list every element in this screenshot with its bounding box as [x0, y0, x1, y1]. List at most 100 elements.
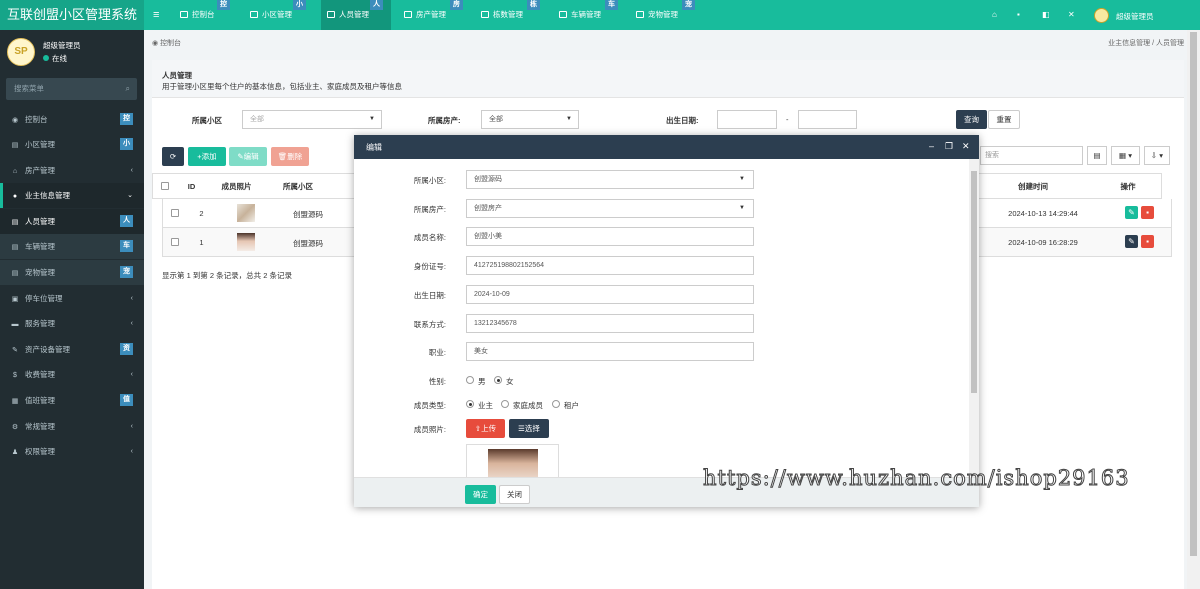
sidebar-search-input[interactable]: 搜索菜单 ⌕ [6, 78, 137, 100]
chevron-left-icon: ‹ [130, 371, 133, 378]
sidebar-item-billing[interactable]: $ 收费管理 ‹ [0, 362, 144, 387]
language-icon[interactable]: ◧ [1042, 10, 1050, 19]
tab-vehicle[interactable]: 车辆管理车 [553, 0, 623, 30]
caret-down-icon: ▼ [369, 116, 375, 122]
trash-icon[interactable]: ▪ [1017, 10, 1020, 19]
sidebar-item-owner-info[interactable]: ● 业主信息管理 ⌄ [0, 183, 144, 208]
app-logo[interactable]: 互联创盟小区管理系统 [0, 0, 144, 30]
photo-preview[interactable] [488, 449, 538, 477]
close-icon[interactable]: ✕ [962, 141, 970, 152]
sidebar-item-vehicle[interactable]: ▤ 车辆管理车 [0, 234, 144, 259]
col-header-photo[interactable]: 成员照片 [209, 174, 264, 200]
search-icon[interactable]: ⌕ [126, 78, 130, 100]
menu-toggle-icon[interactable]: ≡ [153, 9, 159, 21]
sidebar-item-house[interactable]: ⌂ 房产管理 ‹ [0, 158, 144, 183]
idcard-field[interactable]: 412725198802152564 [466, 256, 754, 275]
col-header-community[interactable]: 所属小区 [273, 174, 323, 200]
tab-community[interactable]: 小区管理小 [244, 0, 314, 30]
tab-house[interactable]: 房产管理房 [398, 0, 468, 30]
toggle-view-icon[interactable]: ▤ [1087, 146, 1107, 165]
dialog-scrollbar[interactable] [969, 159, 979, 477]
page-scrollbar[interactable] [1187, 30, 1200, 589]
dashboard-icon [180, 11, 188, 18]
avatar[interactable] [1094, 8, 1109, 23]
caret-down-icon: ▼ [566, 116, 572, 122]
table-search-input[interactable]: 搜索 [980, 146, 1083, 165]
search-button[interactable]: 查询 [956, 110, 987, 129]
sidebar-item-duty[interactable]: ▦ 值班管理值 [0, 388, 144, 413]
sidebar-item-community[interactable]: ▤ 小区管理小 [0, 132, 144, 157]
choose-button[interactable]: ☰选择 [509, 419, 549, 438]
type-family-radio[interactable] [501, 400, 509, 408]
row-checkbox[interactable] [171, 209, 179, 217]
sidebar-item-pet[interactable]: ▤ 宠物管理宠 [0, 260, 144, 285]
member-photo[interactable] [237, 204, 255, 222]
field-label: 成员名称: [413, 233, 446, 242]
dialog-title: 编辑 [366, 143, 382, 152]
row-delete-icon[interactable]: ▪ [1141, 235, 1154, 248]
type-owner-radio[interactable] [466, 400, 474, 408]
sidebar-item-permissions[interactable]: ♟ 权限管理 ‹ [0, 439, 144, 464]
birth-end-input[interactable] [798, 110, 857, 129]
tab-people[interactable]: 人员管理人 [321, 0, 391, 30]
close-button[interactable]: 关闭 [499, 485, 530, 504]
edit-button[interactable]: ✎编辑 [229, 147, 267, 166]
field-label: 身份证号: [413, 262, 446, 271]
sidebar-item-parking[interactable]: ▣ 停车位管理 ‹ [0, 286, 144, 311]
select-all-checkbox[interactable] [161, 182, 169, 190]
delete-button[interactable]: 🗑删除 [271, 147, 309, 166]
tab-pet[interactable]: 宠物管理宠 [630, 0, 700, 30]
list-icon [559, 11, 567, 18]
wrench-icon: ✎ [12, 347, 18, 354]
dialog-header[interactable]: 编辑 – ❐ ✕ [354, 135, 979, 159]
sidebar-item-people[interactable]: ▤ 人员管理人 [0, 209, 144, 234]
community-select[interactable]: 创盟源码 ▼ [466, 170, 754, 189]
columns-dropdown-icon[interactable]: ▦ ▾ [1111, 146, 1140, 165]
sidebar-item-general[interactable]: ⚙ 常规管理 ‹ [0, 414, 144, 439]
row-id: 2 [199, 209, 204, 218]
occupation-field[interactable]: 美女 [466, 342, 754, 361]
row-edit-icon[interactable]: ✎ [1125, 206, 1138, 219]
col-header-created[interactable]: 创建时间 [988, 174, 1078, 200]
fullscreen-icon[interactable]: ✕ [1068, 10, 1075, 19]
confirm-button[interactable]: 确定 [465, 485, 496, 504]
online-status: 在线 [43, 53, 67, 64]
sidebar-item-dashboard[interactable]: ◉ 控制台控 [0, 107, 144, 132]
type-tenant-radio[interactable] [552, 400, 560, 408]
birth-start-input[interactable] [717, 110, 777, 129]
scrollbar-thumb[interactable] [971, 171, 977, 393]
add-button[interactable]: +添加 [188, 147, 226, 166]
scrollbar-thumb[interactable] [1190, 32, 1197, 556]
upload-button[interactable]: ⇧上传 [466, 419, 505, 438]
sidebar-item-assets[interactable]: ✎ 资产设备管理资 [0, 337, 144, 362]
row-delete-icon[interactable]: ▪ [1141, 206, 1154, 219]
member-name-field[interactable]: 创盟小美 [466, 227, 754, 246]
maximize-icon[interactable]: ❐ [945, 141, 953, 152]
sidebar-item-service[interactable]: ▬ 服务管理 ‹ [0, 311, 144, 336]
minimize-icon[interactable]: – [929, 141, 934, 151]
reset-button[interactable]: 重置 [988, 110, 1020, 129]
house-select[interactable]: 创盟房产 ▼ [466, 199, 754, 218]
phone-field[interactable]: 13212345678 [466, 314, 754, 333]
row-checkbox[interactable] [171, 238, 179, 246]
export-dropdown-icon[interactable]: ⇩ ▾ [1144, 146, 1170, 165]
row-edit-icon[interactable]: ✎ [1125, 235, 1138, 248]
tab-building[interactable]: 栋数管理栋 [475, 0, 545, 30]
row-community: 创盟源码 [293, 210, 323, 219]
birthdate-field[interactable]: 2024-10-09 [466, 285, 754, 304]
gender-female-radio[interactable] [494, 376, 502, 384]
breadcrumb-path[interactable]: 业主信息管理 / 人员管理 [1108, 38, 1184, 48]
filter-community-select[interactable]: 全部 ▼ [242, 110, 382, 129]
col-header-id[interactable]: ID [179, 174, 204, 200]
tab-dashboard[interactable]: 控制台控 [174, 0, 238, 30]
refresh-button[interactable]: ⟳ [162, 147, 184, 166]
edit-dialog: 编辑 – ❐ ✕ 所属小区: 创盟源码 ▼ 所属房产: 创盟房产 ▼ 成员名称: 创… [354, 135, 979, 507]
home-icon[interactable]: ⌂ [992, 10, 997, 19]
breadcrumb[interactable]: ◉ 控制台 [152, 38, 181, 48]
tab-badge: 房 [450, 0, 463, 10]
member-photo[interactable] [237, 233, 255, 251]
filter-house-select[interactable]: 全部 ▼ [481, 110, 579, 129]
chevron-left-icon: ‹ [130, 167, 133, 174]
top-user-name[interactable]: 超级管理员 [1116, 11, 1154, 22]
gender-male-radio[interactable] [466, 376, 474, 384]
